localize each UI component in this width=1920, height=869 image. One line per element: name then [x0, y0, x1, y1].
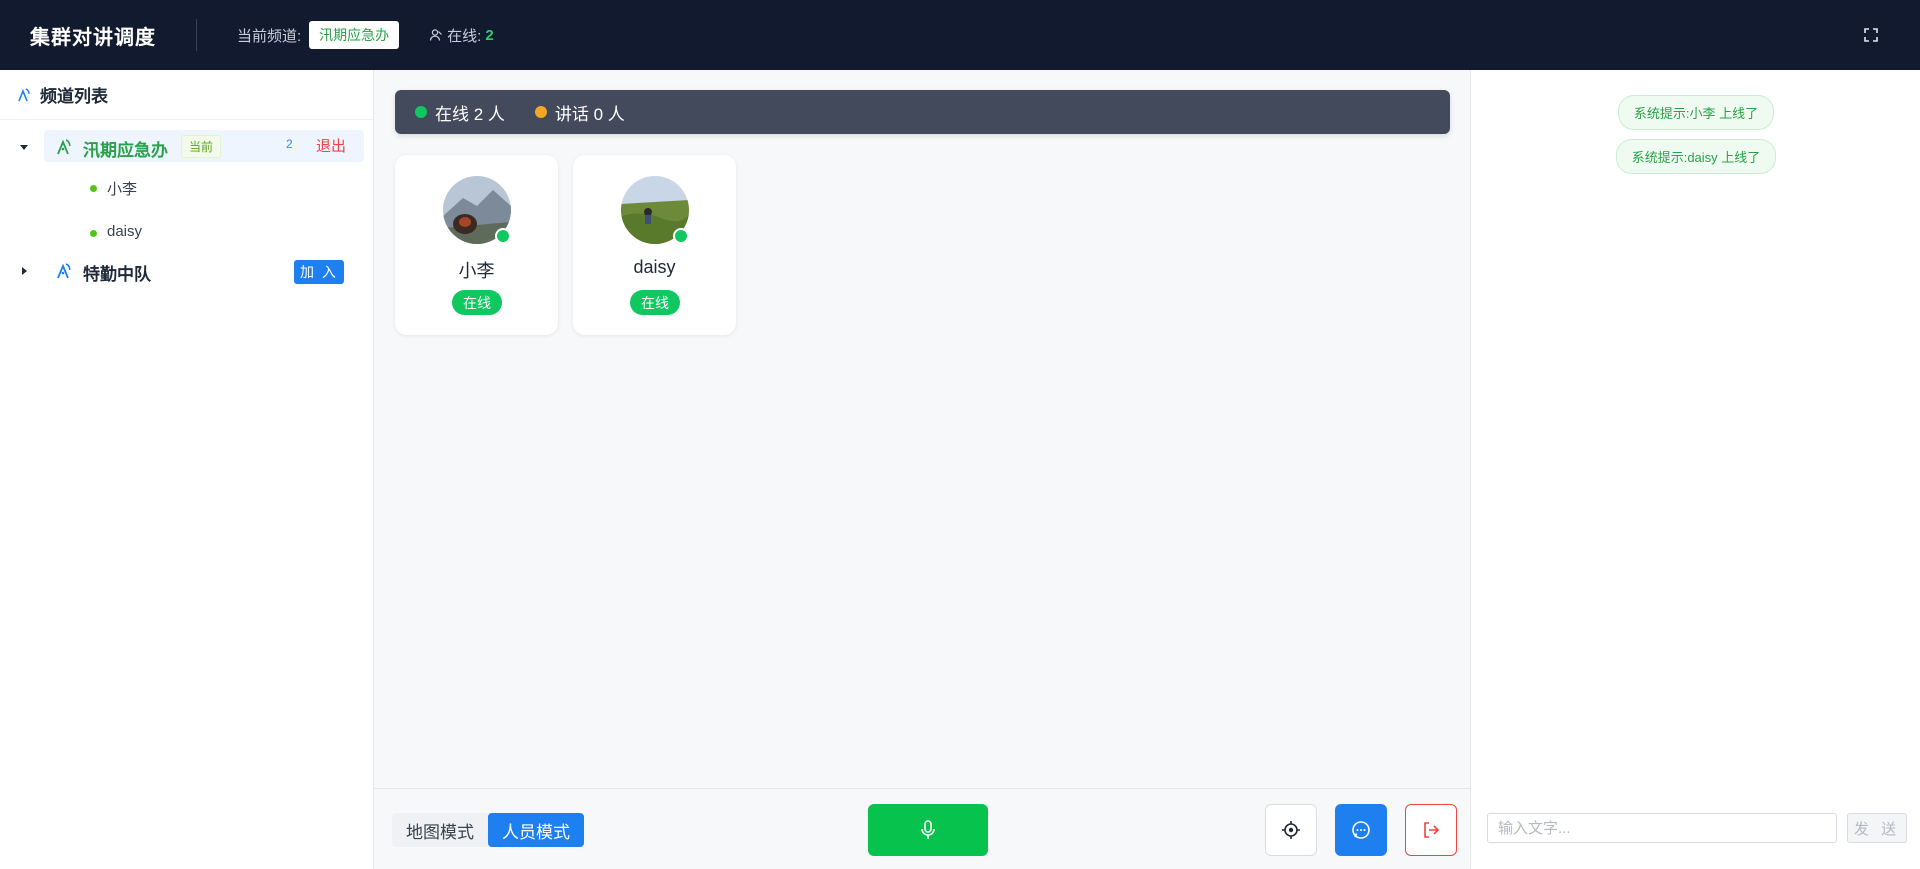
chat-input-row: 发 送: [1487, 813, 1907, 843]
online-stat-text: 在线 2 人: [435, 104, 505, 124]
system-message-text: 系统提示:小李 上线了: [1617, 95, 1775, 130]
app-title: 集群对讲调度: [30, 26, 156, 49]
channel-sidebar: 频道列表 汛期应急办 当前 2 退出 小李 daisy 特勤中队 加 入: [0, 70, 374, 869]
system-message-text: 系统提示:daisy 上线了: [1615, 139, 1777, 174]
fullscreen-icon: [1864, 28, 1878, 42]
send-button[interactable]: 发 送: [1847, 813, 1907, 843]
chat-input[interactable]: [1487, 813, 1837, 843]
locate-button[interactable]: [1265, 804, 1317, 856]
sidebar-header: 频道列表: [0, 70, 373, 120]
collapse-caret[interactable]: [17, 140, 31, 154]
bottom-toolbar: 地图模式 人员模式: [374, 788, 1470, 869]
member-online-dot: [90, 230, 97, 237]
mode-switch: 地图模式 人员模式: [392, 813, 584, 847]
chat-button[interactable]: [1335, 804, 1387, 856]
person-mode-button[interactable]: 人员模式: [488, 813, 584, 847]
online-dot: [415, 106, 427, 118]
talking-dot: [534, 106, 547, 118]
channel-icon: [57, 263, 71, 279]
online-status-dot: [495, 228, 511, 244]
chat-icon: [1352, 821, 1370, 839]
leave-channel-button[interactable]: 退出: [316, 135, 346, 156]
member-online-dot: [90, 185, 97, 192]
member-count-badge: 2: [286, 137, 293, 151]
member-card-daisy[interactable]: daisy 在线: [573, 155, 736, 335]
caret-right-icon: [22, 267, 27, 275]
member-card-xiaoli[interactable]: 小李 在线: [395, 155, 558, 335]
current-channel-label: 当前频道:: [237, 27, 302, 45]
member-item-daisy[interactable]: daisy: [107, 223, 142, 240]
talking-stat: 讲话 0 人: [534, 100, 625, 125]
member-name: 小李: [458, 261, 495, 281]
join-channel-button[interactable]: 加 入: [294, 260, 344, 284]
status-badge: 在线: [452, 290, 502, 315]
expand-caret[interactable]: [17, 264, 31, 278]
online-indicator: 在线: 2: [429, 25, 494, 46]
channel-name-emergency[interactable]: 汛期应急办: [83, 136, 168, 161]
talking-stat-text: 讲话 0 人: [554, 104, 625, 124]
locate-icon: [1282, 821, 1300, 839]
sidebar-title: 频道列表: [40, 87, 108, 106]
caret-down-icon: [20, 145, 28, 150]
main-area: 在线 2 人 讲话 0 人 小李 在线 daisy 在线 地图模式 人员模式: [374, 70, 1470, 869]
online-stat: 在线 2 人: [415, 100, 505, 125]
current-tag: 当前: [181, 135, 222, 158]
header-divider: [196, 19, 197, 51]
users-icon: [430, 29, 443, 41]
fullscreen-button[interactable]: [1860, 24, 1882, 46]
member-name: daisy: [633, 257, 676, 277]
channel-name-special-squad[interactable]: 特勤中队: [83, 260, 151, 285]
antenna-icon: [18, 87, 30, 101]
system-message: 系统提示:小李 上线了: [1471, 95, 1920, 130]
online-status-dot: [673, 228, 689, 244]
online-label: 在线:: [447, 27, 482, 45]
current-channel-tag: 汛期应急办: [309, 21, 400, 49]
microphone-icon: [921, 820, 935, 839]
status-badge: 在线: [630, 290, 680, 315]
member-item-xiaoli[interactable]: 小李: [107, 178, 137, 199]
system-message: 系统提示:daisy 上线了: [1471, 139, 1920, 174]
chat-panel: 系统提示:小李 上线了 系统提示:daisy 上线了 发 送: [1470, 70, 1920, 869]
exit-button[interactable]: [1405, 804, 1457, 856]
push-to-talk-button[interactable]: [868, 804, 988, 856]
channel-icon: [57, 139, 71, 155]
map-mode-button[interactable]: 地图模式: [392, 813, 488, 847]
top-header: 集群对讲调度 当前频道: 汛期应急办 在线: 2: [0, 0, 1920, 70]
exit-icon: [1424, 822, 1440, 838]
online-count: 2: [485, 26, 494, 44]
stats-bar: 在线 2 人 讲话 0 人: [395, 90, 1450, 134]
